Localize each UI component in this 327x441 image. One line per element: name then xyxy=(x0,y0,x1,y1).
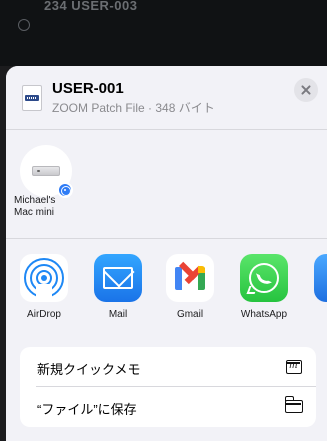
app-label-airdrop: AirDrop xyxy=(27,309,61,320)
quick-note-icon xyxy=(286,360,302,374)
action-save-to-files[interactable]: “ファイル”に保存 xyxy=(20,387,316,427)
share-apps-row: AirDrop Mail Gmail WhatsApp xyxy=(6,254,327,334)
airdrop-icon xyxy=(20,254,68,302)
close-button[interactable] xyxy=(294,78,318,102)
partial-app-icon xyxy=(314,254,327,302)
action-label-quick-note: 新規クイックメモ xyxy=(37,362,141,377)
file-title: USER-001 xyxy=(52,80,124,97)
device-name-line1: Michael's xyxy=(14,195,56,206)
device-name-line2: Mac mini xyxy=(14,207,55,218)
file-subtitle: ZOOM Patch File · 348 バイト xyxy=(52,101,215,115)
share-sheet-header: USER-001 ZOOM Patch File · 348 バイト xyxy=(6,66,327,129)
app-label-mail: Mail xyxy=(108,309,128,320)
app-label-whatsapp: WhatsApp xyxy=(240,309,288,320)
action-new-quick-note[interactable]: 新規クイックメモ xyxy=(20,347,316,387)
app-label-gmail: Gmail xyxy=(176,309,204,320)
device-name: Michael's Mac mini xyxy=(14,195,84,219)
share-actions-list: 新規クイックメモ “ファイル”に保存 xyxy=(20,347,316,427)
selection-circle-icon[interactable] xyxy=(18,19,30,31)
app-label-partial: S xyxy=(298,309,327,320)
devices-divider xyxy=(6,238,327,239)
background-file-list: 234 USER-003 xyxy=(0,0,327,66)
gmail-icon xyxy=(166,254,214,302)
mac-mini-icon xyxy=(32,166,60,176)
whatsapp-icon xyxy=(240,254,288,302)
file-icon xyxy=(22,85,42,111)
share-sheet: USER-001 ZOOM Patch File · 348 バイト Micha… xyxy=(6,66,327,441)
header-divider xyxy=(6,129,327,130)
background-row-label: 234 USER-003 xyxy=(44,0,138,13)
action-label-save-to-files: “ファイル”に保存 xyxy=(37,402,137,417)
folder-icon xyxy=(284,396,303,413)
airdrop-device-mac-mini[interactable] xyxy=(20,145,73,198)
mail-icon xyxy=(94,254,142,302)
